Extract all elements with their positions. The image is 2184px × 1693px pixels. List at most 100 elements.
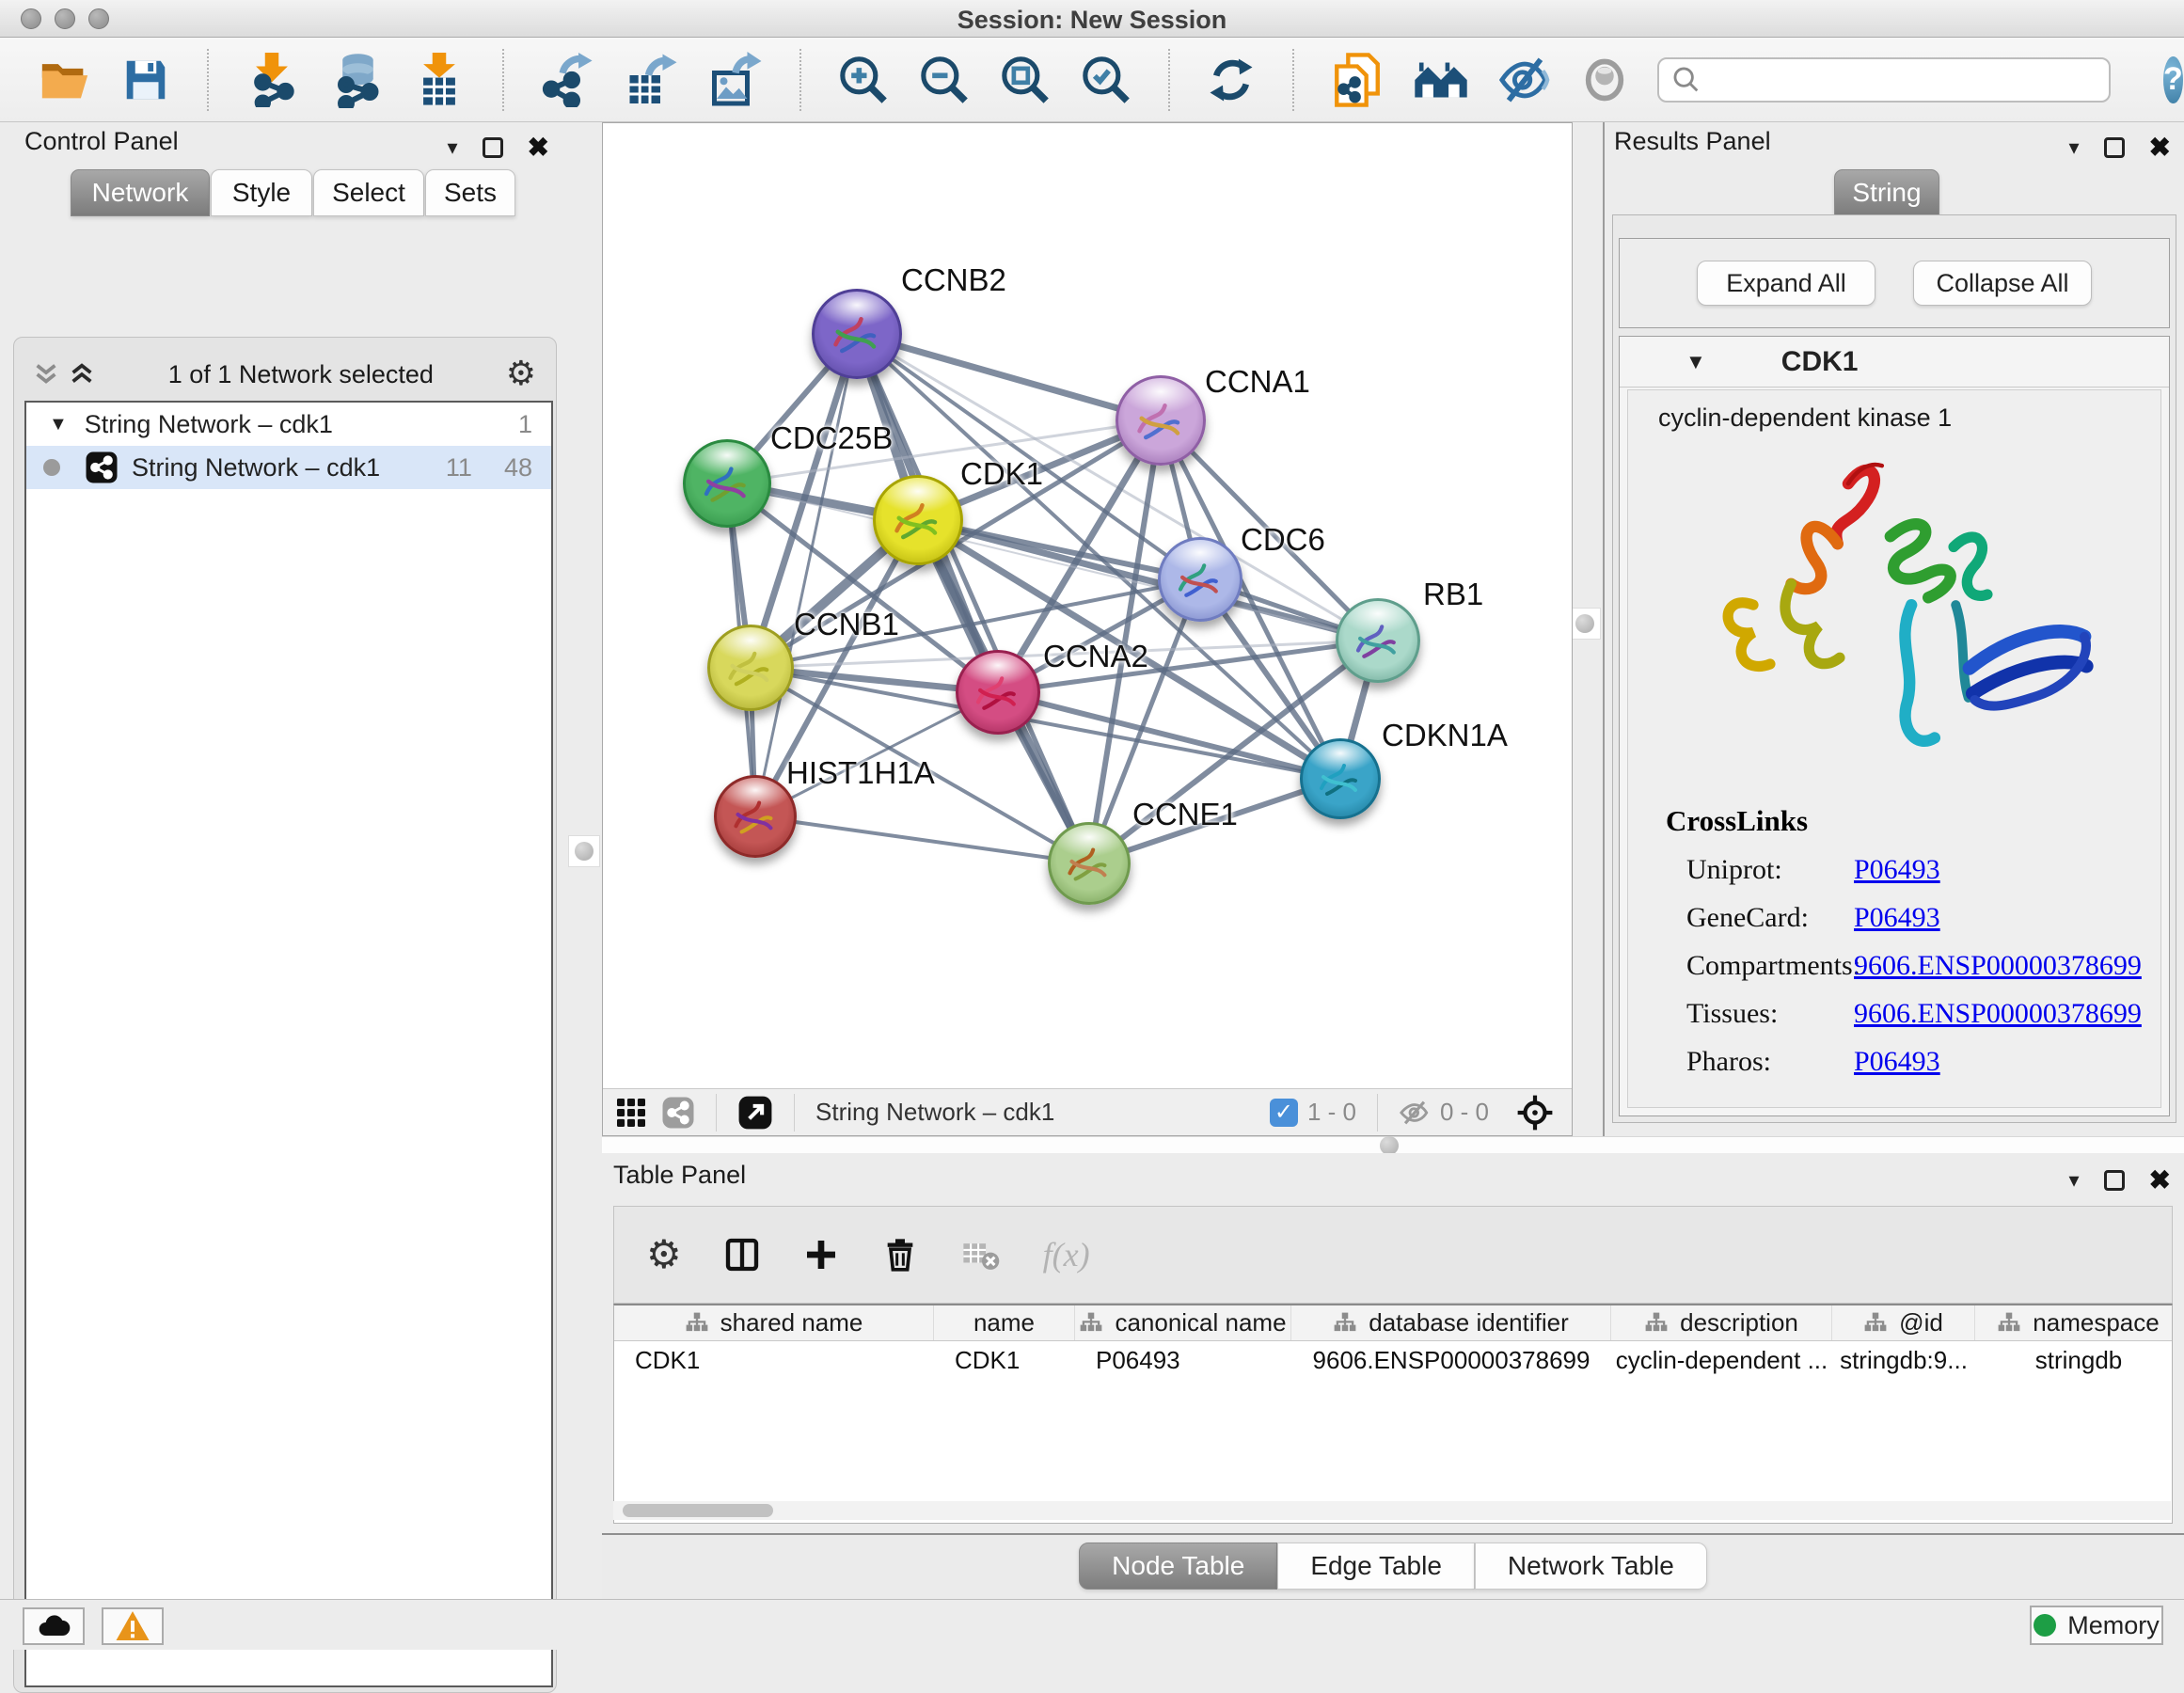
node-CCNB2[interactable] (812, 289, 902, 379)
close-panel-icon[interactable]: ✖ (528, 132, 549, 163)
add-column-icon[interactable] (802, 1236, 840, 1274)
panel-menu-icon[interactable]: ▾ (2068, 1168, 2079, 1193)
tab-network-table[interactable]: Network Table (1475, 1543, 1707, 1590)
show-columns-icon[interactable] (723, 1236, 761, 1274)
collapse-all-icon[interactable] (32, 360, 60, 388)
function-builder-button[interactable]: f(x) (1043, 1235, 1090, 1274)
column-header-database-identifier[interactable]: database identifier (1291, 1305, 1611, 1340)
zoom-selected-button[interactable] (1080, 51, 1132, 109)
import-table-button[interactable] (412, 51, 467, 109)
crosslink-link[interactable]: 9606.ENSP00000378699 (1854, 998, 2142, 1030)
horizontal-splitter[interactable] (602, 1136, 2184, 1153)
column-header-namespace[interactable]: namespace (1975, 1305, 2173, 1340)
node-HIST1H1A[interactable] (714, 775, 797, 858)
help-button[interactable]: ? (2163, 56, 2183, 103)
edge-HIST1H1A-CCNE1[interactable] (755, 816, 1089, 863)
edge-CCNB2-HIST1H1A[interactable] (755, 334, 857, 816)
zoom-in-button[interactable] (837, 51, 890, 109)
detach-view-icon[interactable] (737, 1095, 773, 1131)
node-CDKN1A[interactable] (1300, 738, 1381, 819)
crosslink-link[interactable]: 9606.ENSP00000378699 (1854, 950, 2142, 982)
export-table-button[interactable] (623, 51, 679, 109)
table-cell[interactable]: cyclin-dependent ... (1611, 1341, 1832, 1379)
open-session-button[interactable] (38, 51, 92, 109)
export-image-button[interactable] (707, 51, 764, 109)
table-cell[interactable]: CDK1 (934, 1341, 1075, 1379)
birdseye-crosshair-icon[interactable] (1515, 1093, 1555, 1132)
tab-edge-table[interactable]: Edge Table (1277, 1543, 1475, 1590)
panel-menu-icon[interactable]: ▾ (2068, 135, 2079, 160)
column-header--id[interactable]: @id (1832, 1305, 1975, 1340)
delete-column-trash-icon[interactable] (881, 1236, 919, 1274)
tab-sets[interactable]: Sets (425, 169, 515, 216)
column-header-canonical-name[interactable]: canonical name (1075, 1305, 1291, 1340)
grid-view-icon[interactable] (614, 1096, 648, 1130)
crosslink-link[interactable]: P06493 (1854, 1046, 1940, 1078)
selected-checkbox-icon[interactable]: ✓ (1270, 1099, 1298, 1127)
network-row[interactable]: String Network – cdk1 11 48 (26, 446, 551, 489)
import-network-file-button[interactable] (245, 51, 299, 109)
node-CCNA2[interactable] (956, 650, 1040, 735)
node-RB1[interactable] (1336, 598, 1420, 683)
zoom-out-button[interactable] (918, 51, 971, 109)
collapse-all-button[interactable]: Collapse All (1913, 261, 2092, 306)
table-cell[interactable]: CDK1 (614, 1341, 934, 1379)
tab-node-table[interactable]: Node Table (1079, 1543, 1277, 1590)
tab-network[interactable]: Network (71, 169, 210, 216)
save-session-button[interactable] (120, 51, 171, 109)
float-panel-icon[interactable] (483, 137, 503, 158)
network-collection-row[interactable]: ▼ String Network – cdk1 1 (26, 403, 551, 446)
tab-string[interactable]: String (1834, 169, 1939, 216)
collection-expand-icon[interactable]: ▼ (49, 414, 68, 435)
expand-all-button[interactable]: Expand All (1697, 261, 1875, 306)
node-CDK1[interactable] (873, 475, 963, 565)
zoom-fit-button[interactable] (999, 51, 1052, 109)
crosslink-link[interactable]: P06493 (1854, 854, 1940, 886)
table-cell[interactable]: 9606.ENSP00000378699 (1291, 1341, 1611, 1379)
section-collapse-icon[interactable]: ▼ (1685, 350, 1706, 374)
delete-table-icon[interactable] (960, 1234, 1002, 1275)
scrollbar-thumb[interactable] (623, 1504, 773, 1517)
table-cell[interactable]: stringdb:9... (1832, 1341, 1975, 1379)
table-options-gear-icon[interactable]: ⚙ (646, 1235, 682, 1274)
close-panel-icon[interactable]: ✖ (2149, 132, 2171, 163)
node-CCNA1[interactable] (1116, 375, 1206, 466)
refresh-network-button[interactable] (1206, 51, 1257, 109)
panel-menu-icon[interactable]: ▾ (447, 135, 457, 160)
export-network-button[interactable] (540, 51, 594, 109)
show-all-button[interactable] (1580, 51, 1629, 109)
left-splitter[interactable] (566, 122, 602, 1599)
float-panel-icon[interactable] (2104, 137, 2125, 158)
table-horizontal-scrollbar[interactable] (613, 1501, 2171, 1520)
tree-options-gear-icon[interactable]: ⚙ (506, 357, 536, 391)
float-panel-icon[interactable] (2104, 1170, 2125, 1191)
close-panel-icon[interactable]: ✖ (2149, 1164, 2171, 1195)
first-neighbors-button[interactable] (1413, 51, 1469, 109)
node-CCNB1[interactable] (707, 625, 794, 711)
right-splitter-handle[interactable] (1569, 608, 1601, 640)
hide-selected-button[interactable] (1497, 51, 1552, 109)
table-cell[interactable]: P06493 (1075, 1341, 1291, 1379)
network-canvas[interactable]: CCNB2CCNA1CDC25BCDK1CDC6RB1CCNB1CCNA2CDK… (603, 123, 1572, 1088)
network-badge-icon[interactable] (661, 1096, 695, 1130)
cdk1-section-header[interactable]: ▼ CDK1 (1620, 337, 2169, 388)
import-network-database-button[interactable] (327, 51, 384, 109)
column-header-name[interactable]: name (934, 1305, 1075, 1340)
cloud-status-button[interactable] (23, 1607, 85, 1645)
node-CDC6[interactable] (1158, 537, 1242, 622)
expand-all-icon[interactable] (68, 360, 96, 388)
crosslink-link[interactable]: P06493 (1854, 902, 1940, 934)
memory-button[interactable]: Memory (2030, 1606, 2163, 1645)
node-CDC25B[interactable] (683, 439, 771, 528)
tab-style[interactable]: Style (211, 169, 312, 216)
tab-select[interactable]: Select (313, 169, 424, 216)
warnings-button[interactable] (102, 1607, 164, 1645)
column-header-description[interactable]: description (1611, 1305, 1832, 1340)
table-row[interactable]: CDK1CDK1P064939606.ENSP00000378699cyclin… (614, 1341, 2172, 1379)
table-cell[interactable]: stringdb (1975, 1341, 2173, 1379)
column-header-shared-name[interactable]: shared name (614, 1305, 934, 1340)
left-splitter-handle[interactable] (568, 835, 600, 867)
node-CCNE1[interactable] (1048, 822, 1131, 905)
clone-network-button[interactable] (1330, 51, 1385, 109)
search-input[interactable] (1702, 65, 2097, 94)
